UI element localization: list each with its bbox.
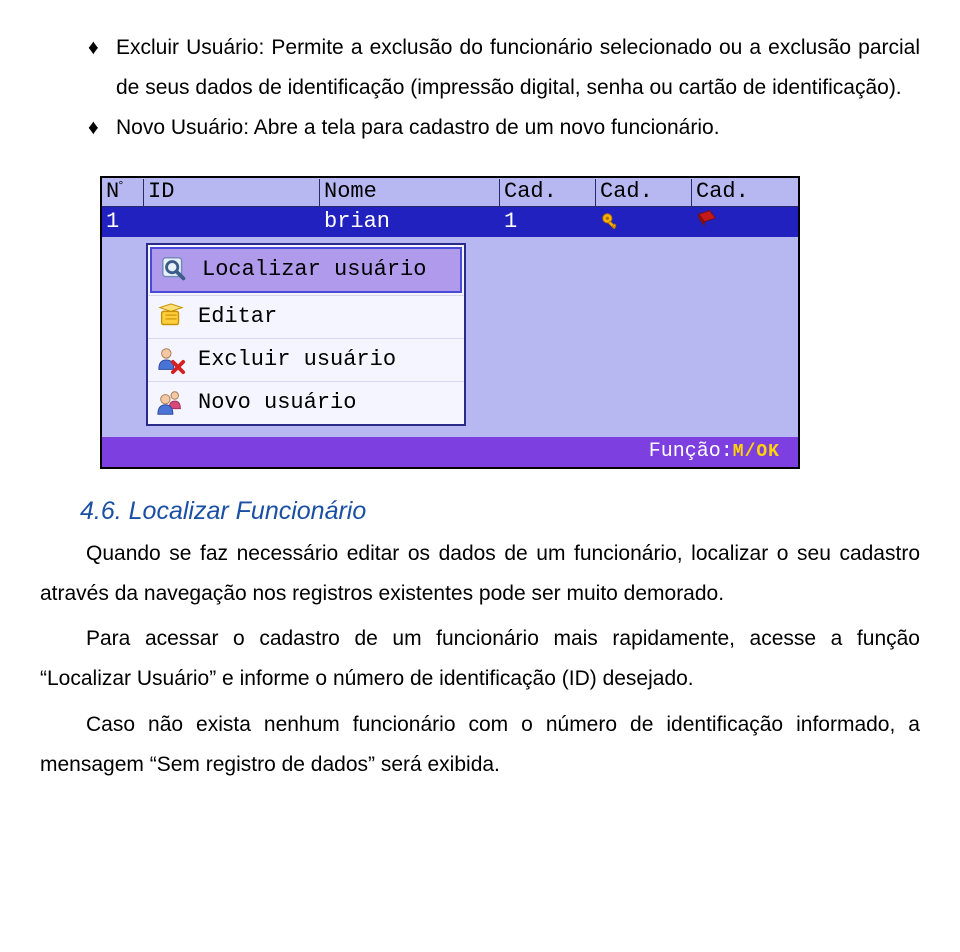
menu-item-excluir-usuario[interactable]: Excluir usuário (148, 338, 464, 381)
menu-item-editar[interactable]: Editar (148, 295, 464, 338)
menu-label: Localizar usuário (202, 257, 426, 282)
col-header-cad: Cad. (500, 179, 596, 206)
bullet-item: ♦ Novo Usuário: Abre a tela para cadastr… (88, 108, 920, 148)
user-group-icon (154, 386, 188, 420)
bullet-rest: Abre a tela para cadastro de um novo fun… (249, 116, 719, 139)
popup-backdrop: Localizar usuário Editar (102, 237, 798, 437)
bullet-label: Excluir Usuário: (116, 36, 264, 59)
context-menu: Localizar usuário Editar (146, 243, 466, 426)
menu-label: Excluir usuário (198, 347, 396, 372)
table-header-row: N° ID Nome Cad. Cad. Cad. (102, 178, 798, 207)
paragraph: Caso não exista nenhum funcionário com o… (40, 705, 920, 785)
user-delete-icon (154, 343, 188, 377)
bullet-item: ♦ Excluir Usuário: Permite a exclusão do… (88, 28, 920, 108)
col-header-id: ID (144, 179, 320, 206)
col-header-nome: Nome (320, 179, 500, 206)
paragraph: Quando se faz necessário editar os dados… (40, 534, 920, 614)
section-heading: 4.6. Localizar Funcionário (80, 497, 930, 526)
cell-cad1: 1 (500, 209, 596, 234)
paragraph: Para acessar o cadastro de um funcionári… (40, 619, 920, 699)
cell-nome: brian (320, 209, 500, 234)
menu-label: Editar (198, 304, 277, 329)
edit-icon (154, 300, 188, 334)
bullet-text: Excluir Usuário: Permite a exclusão do f… (116, 28, 920, 108)
col-header-cad: Cad. (596, 179, 692, 206)
bullet-text: Novo Usuário: Abre a tela para cadastro … (116, 108, 920, 148)
function-key: M/OK (733, 442, 780, 462)
function-bar: Função:M/OK (102, 437, 798, 467)
cell-n: 1 (102, 209, 144, 234)
col-header-cad: Cad. (692, 179, 798, 206)
device-screenshot: N° ID Nome Cad. Cad. Cad. 1 brian 1 (100, 176, 800, 469)
diamond-icon: ♦ (88, 28, 116, 108)
search-icon (158, 253, 192, 287)
diamond-icon: ♦ (88, 108, 116, 148)
menu-item-novo-usuario[interactable]: Novo usuário (148, 381, 464, 424)
bullet-label: Novo Usuário: (116, 116, 249, 139)
card-icon (692, 208, 798, 235)
device-screen: N° ID Nome Cad. Cad. Cad. 1 brian 1 (100, 176, 800, 469)
key-icon (596, 211, 692, 233)
bullet-list: ♦ Excluir Usuário: Permite a exclusão do… (88, 28, 920, 148)
table-row-selected[interactable]: 1 brian 1 (102, 207, 798, 237)
menu-item-localizar-usuario[interactable]: Localizar usuário (150, 247, 462, 293)
col-header-n: N° (102, 179, 144, 206)
function-label: Função: (649, 440, 733, 463)
menu-label: Novo usuário (198, 390, 356, 415)
